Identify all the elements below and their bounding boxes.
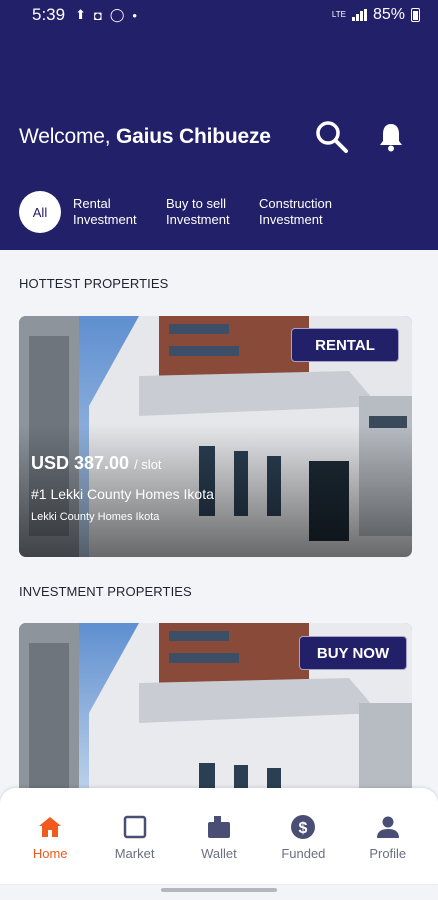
investment-property-card[interactable]: BUY NOW <box>19 623 412 808</box>
nav-label-profile: Profile <box>369 846 407 861</box>
dollar-icon: $ <box>291 815 316 839</box>
wallet-icon <box>207 816 230 838</box>
upload-icon: ⬆ <box>75 7 86 22</box>
battery-icon <box>411 8 420 22</box>
app-root: 5:39 ⬆ ◘ ◯ • LTE 85% Welcome, Gaius Chib… <box>0 0 438 900</box>
welcome-text: Welcome, Gaius Chibueze <box>19 125 271 149</box>
nav-funded[interactable]: $ Funded <box>268 788 338 884</box>
filter-rental-investment[interactable]: Rental Investment <box>73 196 153 228</box>
status-time: 5:39 <box>32 5 66 24</box>
whatsapp-icon: ◯ <box>109 7 125 22</box>
filter-buy-to-sell-investment[interactable]: Buy to sell Investment <box>166 196 246 228</box>
nav-market[interactable]: Market <box>100 788 170 884</box>
svg-text:$: $ <box>299 820 308 837</box>
home-indicator[interactable] <box>161 888 277 892</box>
hottest-properties-title: HOTTEST PROPERTIES <box>19 276 169 291</box>
home-icon <box>39 817 62 837</box>
nav-label-funded: Funded <box>281 846 326 861</box>
search-icon[interactable] <box>315 120 349 154</box>
nav-home[interactable]: Home <box>15 788 85 884</box>
filter-all[interactable]: All <box>19 191 61 233</box>
market-icon <box>123 815 146 839</box>
network-type: LTE <box>331 10 346 19</box>
instagram-icon: ◘ <box>94 7 102 23</box>
price-unit: / slot <box>134 457 162 472</box>
person-icon <box>376 816 399 838</box>
dot-icon: • <box>132 7 137 23</box>
nav-label-market: Market <box>114 846 155 861</box>
buy-now-badge[interactable]: BUY NOW <box>299 636 407 670</box>
rental-badge: RENTAL <box>291 328 399 362</box>
nav-profile[interactable]: Profile <box>353 788 423 884</box>
filter-construction-investment[interactable]: Construction Investment <box>259 196 359 228</box>
nav-label-home: Home <box>32 846 68 861</box>
battery-level: 85% <box>372 6 405 23</box>
property-location: Lekki County Homes Ikota <box>31 511 160 523</box>
nav-label-wallet: Wallet <box>201 846 237 861</box>
user-name: Gaius Chibueze <box>116 125 271 148</box>
signal-icon <box>351 9 367 21</box>
price-amount: USD 387.00 <box>31 453 130 473</box>
bottom-nav: Home Market Wallet $ Funded Profile <box>0 788 438 884</box>
filter-tabs: All Rental Investment Buy to sell Invest… <box>19 190 372 234</box>
property-name: #1 Lekki County Homes Ikota <box>31 486 214 502</box>
bell-icon[interactable] <box>378 122 404 152</box>
status-bar: 5:39 ⬆ ◘ ◯ • LTE 85% <box>0 0 438 30</box>
nav-wallet[interactable]: Wallet <box>184 788 254 884</box>
hottest-property-card[interactable]: RENTAL USD 387.00 / slot #1 Lekki County… <box>19 316 412 557</box>
header: Welcome, Gaius Chibueze All Rental Inves… <box>0 30 438 250</box>
welcome-prefix: Welcome, <box>19 125 111 148</box>
investment-properties-title: INVESTMENT PROPERTIES <box>19 584 192 599</box>
status-right: LTE 85% <box>332 6 420 24</box>
property-price: USD 387.00 / slot <box>31 453 162 474</box>
